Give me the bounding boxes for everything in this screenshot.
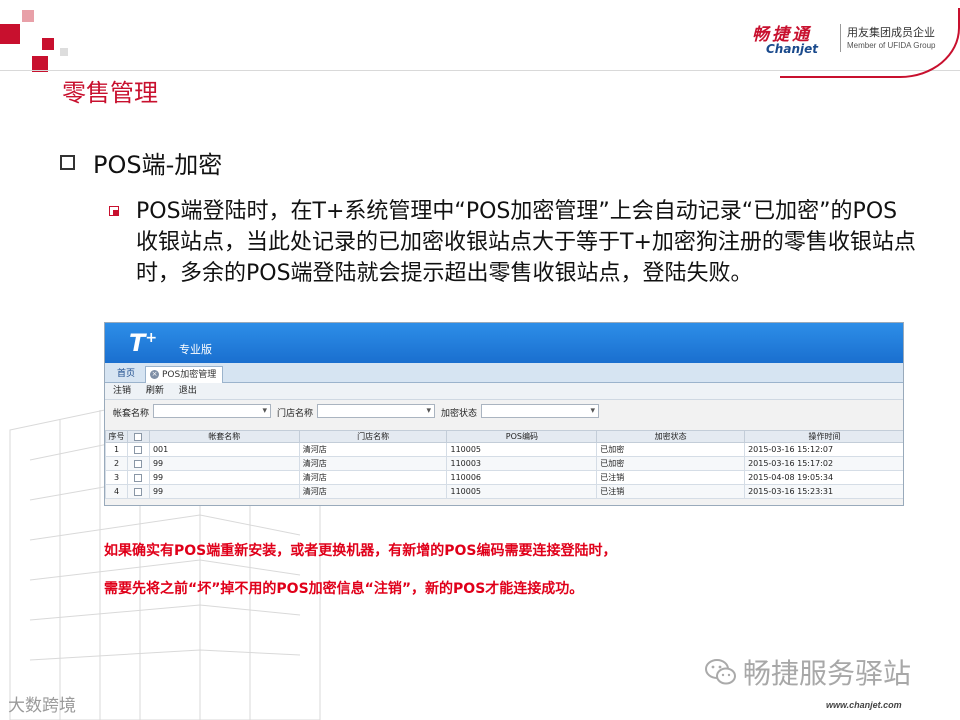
table-row[interactable]: 2 99 清河店 110003 已加密 2015-03-16 15:17:02 [105,456,903,471]
pos-encryption-window: T+ 专业版 首页 ×POS加密管理 注销 刷新 退出 帐套名称 门店名称 加密… [104,322,904,506]
filter-bar: 帐套名称 门店名称 加密状态 [105,400,903,422]
square-bullet-icon [60,155,75,170]
wechat-account: 畅捷服务驿站 [705,652,911,692]
cell-pos-code: 110006 [446,470,598,485]
brand-name-en: Chanjet [766,42,818,56]
logout-button[interactable]: 注销 [113,386,131,396]
sub-bullet-icon [109,206,119,216]
status-filter-label: 加密状态 [441,409,478,419]
table-row[interactable]: 3 99 清河店 110006 已注销 2015-04-08 19:05:34 [105,470,903,485]
cell-status: 已注销 [596,484,746,499]
brand-tagline-cn: 用友集团成员企业 [847,26,935,39]
watermark-text: 大数跨境 [8,696,76,716]
brand-divider [840,24,841,52]
table-row[interactable]: 1 001 清河店 110005 已加密 2015-03-16 15:12:07 [105,442,903,457]
app-edition: 专业版 [179,343,212,356]
corner-square-pink [22,10,34,22]
cell-pos-code: 110003 [446,456,598,471]
close-icon[interactable]: × [150,370,159,379]
row-checkbox[interactable] [134,473,143,482]
col-account: 帐套名称 [148,430,300,443]
section-title: 零售管理 [62,79,158,107]
row-checkbox[interactable] [134,445,143,454]
cell-pos-code: 110005 [446,442,598,457]
select-all-checkbox[interactable] [134,432,143,441]
status-filter-select[interactable] [481,404,599,418]
cell-store: 清河店 [298,456,448,471]
col-check[interactable] [126,430,150,443]
corner-square-red [0,24,20,44]
cell-store: 清河店 [298,442,448,457]
row-checkbox[interactable] [134,487,143,496]
cell-check[interactable] [126,470,150,485]
cell-no: 2 [105,456,128,471]
corner-square-red-small [42,38,54,50]
cell-store: 清河店 [298,470,448,485]
cell-check[interactable] [126,456,150,471]
tab-pos-encryption-label: POS加密管理 [162,370,217,380]
bullet-level2-text: POS端登陆时，在T+系统管理中“POS加密管理”上会自动记录“已加密”的POS… [136,199,916,286]
cell-status: 已加密 [596,456,746,471]
toolbar: 注销 刷新 退出 [105,383,903,400]
cell-account: 001 [148,442,300,457]
table-row[interactable]: 4 99 清河店 110005 已注销 2015-03-16 15:23:31 [105,484,903,499]
cell-status: 已注销 [596,470,746,485]
note-line-1: 如果确实有POS端重新安装，或者更换机器，有新增的POS编码需要连接登陆时， [104,543,617,559]
row-checkbox[interactable] [134,459,143,468]
cell-no: 4 [105,484,128,499]
cell-check[interactable] [126,442,150,457]
corner-square-gray [60,48,68,56]
cell-check[interactable] [126,484,150,499]
bullet-level1: POS端-加密 [60,145,222,180]
wechat-icon [705,659,736,685]
app-logo: T+ [129,329,158,357]
cell-time: 2015-03-16 15:23:31 [744,484,903,499]
cell-account: 99 [148,456,300,471]
store-filter-label: 门店名称 [277,409,314,419]
cell-account: 99 [148,484,300,499]
col-store: 门店名称 [298,430,448,443]
account-filter-label: 帐套名称 [113,409,150,419]
cell-no: 3 [105,470,128,485]
cell-status: 已加密 [596,442,746,457]
bullet-level1-text: POS端-加密 [93,151,223,179]
exit-button[interactable]: 退出 [179,386,197,396]
tab-pos-encryption[interactable]: × POS加密管理 [145,366,224,383]
note-line-2: 需要先将之前“坏”掉不用的POS加密信息“注销”，新的POS才能连接成功。 [104,581,584,597]
col-time: 操作时间 [744,430,903,443]
refresh-button[interactable]: 刷新 [146,386,164,396]
col-pos-code: POS编码 [446,430,598,443]
cell-account: 99 [148,470,300,485]
cell-time: 2015-03-16 15:12:07 [744,442,903,457]
col-no: 序号 [105,430,128,443]
cell-time: 2015-04-08 19:05:34 [744,470,903,485]
tab-bar: 首页 × POS加密管理 [105,363,903,383]
app-header: T+ 专业版 [105,323,903,363]
brand-tagline-en: Member of UFIDA Group [847,41,936,50]
cell-store: 清河店 [298,484,448,499]
brand-logo: 畅捷通 Chanjet 用友集团成员企业 Member of UFIDA Gro… [752,20,952,56]
cell-pos-code: 110005 [446,484,598,499]
pos-table: 序号 帐套名称 门店名称 POS编码 加密状态 操作时间 1 001 清河店 1… [105,430,903,499]
table-header-row: 序号 帐套名称 门店名称 POS编码 加密状态 操作时间 [105,430,903,443]
cell-no: 1 [105,442,128,457]
wechat-account-name: 畅捷服务驿站 [743,657,912,690]
store-filter-select[interactable] [317,404,435,418]
col-status: 加密状态 [596,430,746,443]
tab-home[interactable]: 首页 [111,366,141,383]
account-filter-select[interactable] [153,404,271,418]
cell-time: 2015-03-16 15:17:02 [744,456,903,471]
website-url[interactable]: www.chanjet.com [826,700,902,710]
